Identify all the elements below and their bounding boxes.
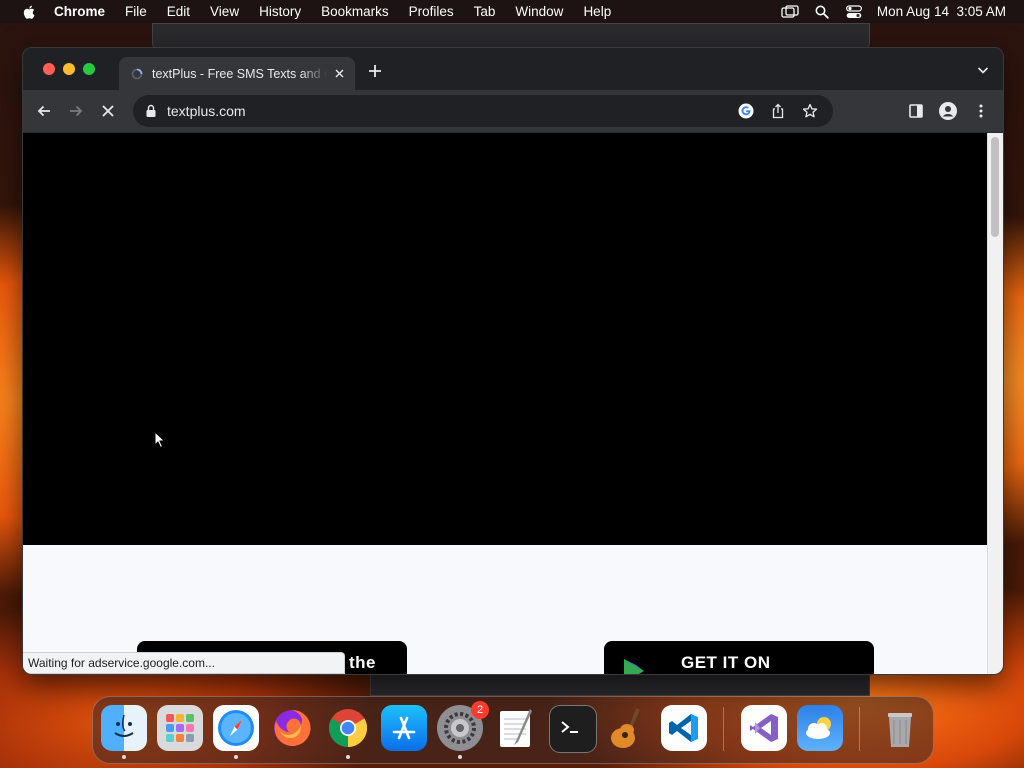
forward-arrow-icon[interactable] — [67, 102, 85, 120]
spotlight-search-icon[interactable] — [813, 5, 831, 19]
google-play-button-text: GET IT ON — [681, 653, 771, 672]
notification-badge: 2 — [471, 701, 489, 719]
address-bar[interactable]: textplus.com — [133, 95, 833, 127]
loading-spinner-icon — [131, 68, 143, 79]
back-arrow-icon[interactable] — [35, 102, 53, 120]
dock-launchpad-icon[interactable] — [157, 705, 203, 751]
browser-window: textPlus - Free SMS Texts and Calls t — [22, 47, 1004, 675]
dock-weather-icon[interactable] — [797, 705, 843, 751]
dock-running-indicator — [122, 755, 126, 759]
dock-firefox-icon[interactable] — [269, 705, 315, 751]
tab-title: textPlus - Free SMS Texts and Calls — [152, 66, 327, 81]
window-controls — [43, 63, 95, 75]
menu-edit[interactable]: Edit — [167, 4, 190, 19]
dock-garageband-icon[interactable] — [605, 705, 651, 751]
url-text[interactable]: textplus.com — [167, 103, 737, 119]
google-play-download-button[interactable]: GET IT ON — [604, 641, 874, 674]
share-icon[interactable] — [769, 102, 787, 120]
screen-mirroring-icon[interactable] — [781, 4, 799, 19]
dock-finder-icon[interactable] — [101, 705, 147, 751]
menu-clock[interactable]: Mon Aug 14 3:05 AM — [877, 4, 1006, 19]
google-play-icon — [624, 659, 644, 674]
page-scrollbar[interactable] — [987, 133, 1003, 674]
close-window-button[interactable] — [43, 63, 55, 75]
menu-help[interactable]: Help — [583, 4, 611, 19]
dock-running-indicator — [346, 755, 350, 759]
dock-running-indicator — [458, 755, 462, 759]
bookmark-star-icon[interactable] — [801, 102, 819, 120]
dock-safari-icon[interactable] — [213, 705, 259, 751]
mouse-pointer-icon — [154, 431, 166, 449]
tab-search-chevron-icon[interactable] — [977, 65, 989, 75]
zoom-window-button[interactable] — [83, 63, 95, 75]
stop-loading-icon[interactable] — [99, 102, 117, 120]
menu-app-name[interactable]: Chrome — [54, 4, 105, 19]
dock-separator — [859, 707, 860, 751]
dock-system-settings-icon[interactable]: 2 — [437, 701, 489, 751]
background-window — [152, 23, 870, 49]
tab-textplus[interactable]: textPlus - Free SMS Texts and Calls — [119, 57, 355, 90]
side-panel-icon[interactable] — [907, 102, 925, 120]
browser-toolbar: textplus.com — [23, 90, 1003, 133]
dock: 2 — [92, 696, 934, 764]
hero-video[interactable] — [23, 133, 988, 545]
menu-view[interactable]: View — [210, 4, 239, 19]
close-tab-icon[interactable] — [331, 66, 347, 82]
dock-app-store-icon[interactable] — [381, 705, 427, 751]
menu-file[interactable]: File — [125, 4, 147, 19]
menu-bar: Chrome File Edit View History Bookmarks … — [0, 0, 1024, 23]
background-window-bottom — [370, 672, 870, 696]
scrollbar-thumb[interactable] — [991, 137, 999, 237]
menu-profiles[interactable]: Profiles — [409, 4, 454, 19]
control-center-icon[interactable] — [845, 4, 863, 19]
dock-separator — [723, 707, 724, 751]
apple-menu-icon[interactable] — [18, 5, 40, 19]
more-menu-icon[interactable] — [972, 102, 990, 120]
new-tab-icon[interactable] — [367, 63, 383, 79]
dock-trash-icon[interactable] — [877, 705, 923, 751]
dock-chrome-icon[interactable] — [325, 705, 371, 751]
minimize-window-button[interactable] — [63, 63, 75, 75]
menu-window[interactable]: Window — [515, 4, 563, 19]
dock-textedit-icon[interactable] — [493, 705, 539, 751]
tab-strip: textPlus - Free SMS Texts and Calls — [23, 48, 1003, 90]
dock-terminal-icon[interactable] — [549, 705, 597, 753]
menu-history[interactable]: History — [259, 4, 301, 19]
menu-tab[interactable]: Tab — [474, 4, 496, 19]
google-lens-icon[interactable] — [737, 102, 755, 120]
menu-bookmarks[interactable]: Bookmarks — [321, 4, 389, 19]
app-store-button-text: the — [349, 653, 376, 672]
status-bubble: Waiting for adservice.google.com... — [23, 652, 345, 674]
dock-vscode-icon[interactable] — [661, 705, 707, 751]
page-viewport[interactable]: the GET IT ON — [23, 133, 988, 674]
dock-visual-studio-icon[interactable] — [741, 705, 787, 751]
dock-running-indicator — [234, 755, 238, 759]
profile-avatar-icon[interactable] — [939, 102, 957, 120]
lock-icon[interactable] — [145, 104, 157, 118]
